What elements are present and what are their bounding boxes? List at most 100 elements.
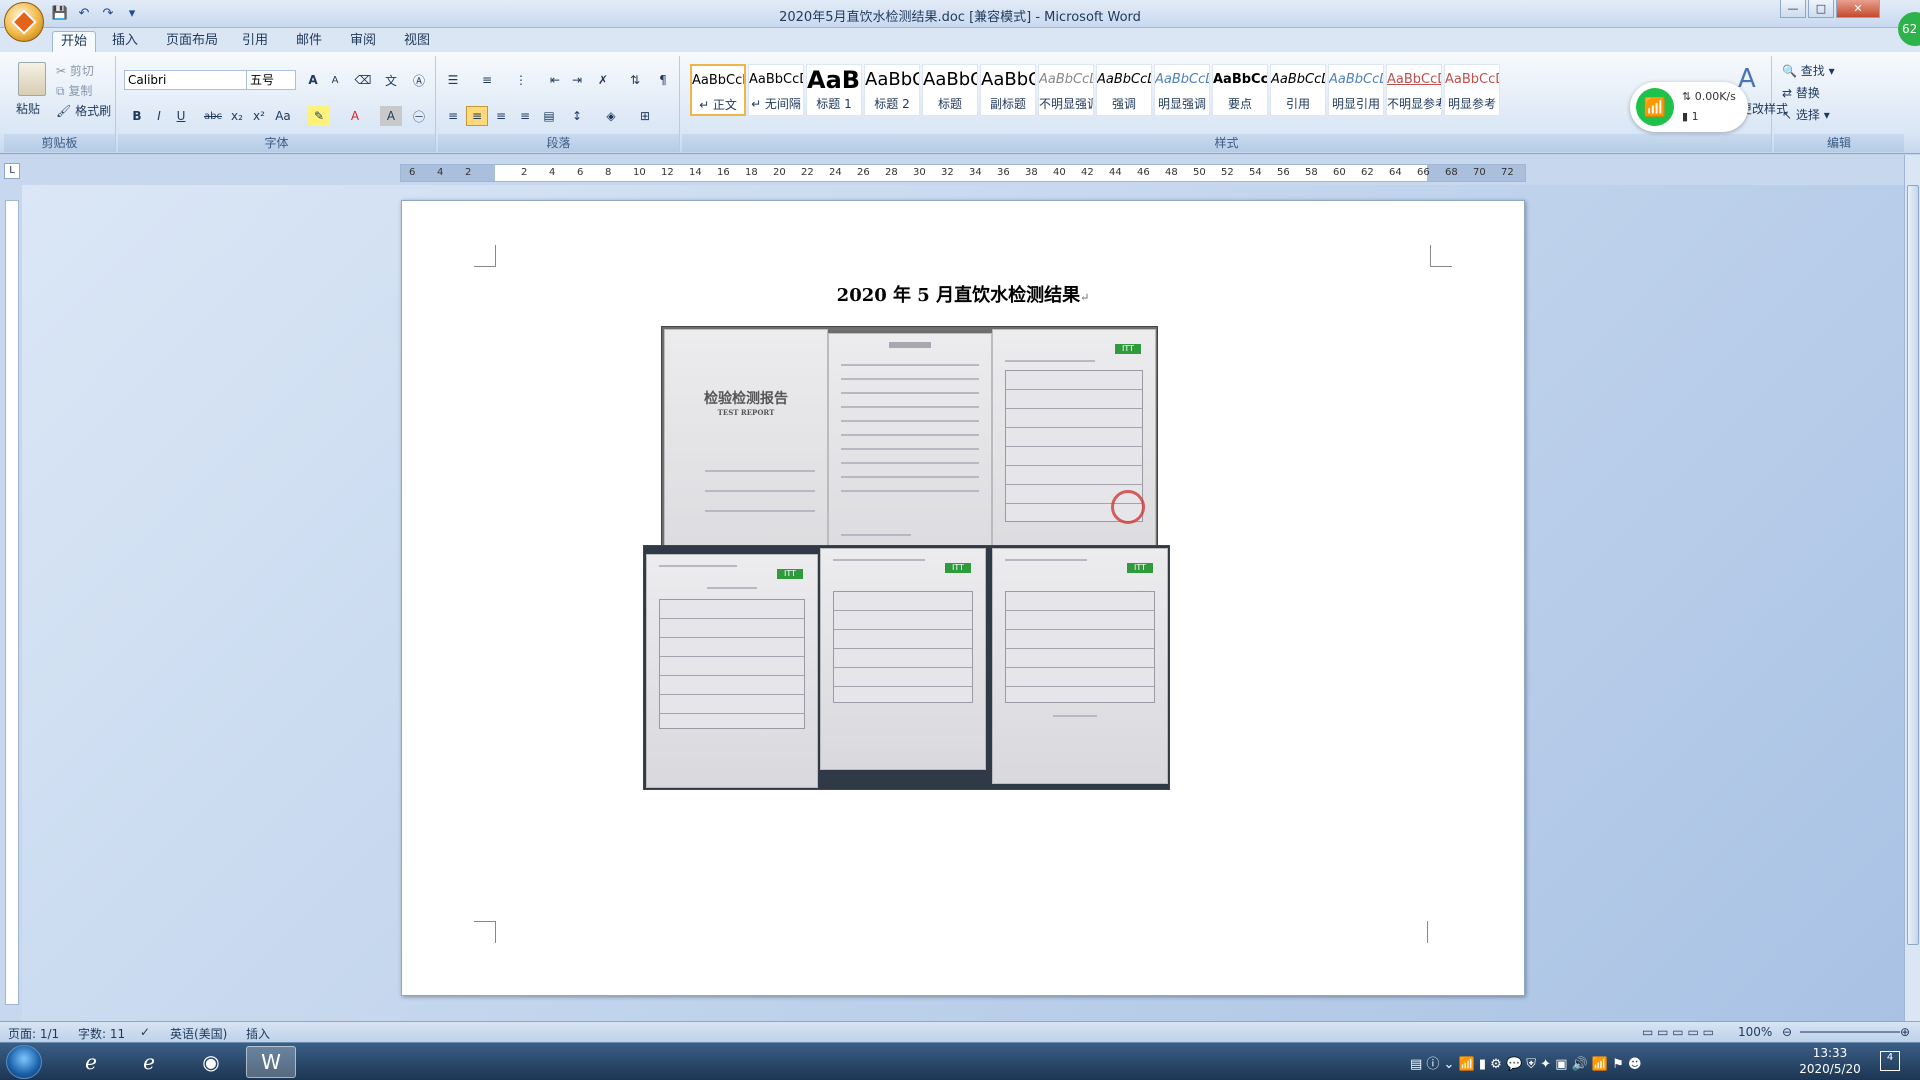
style-no-spacing[interactable]: AaBbCcDd ↵ 无间隔 xyxy=(748,64,804,116)
close-button[interactable]: ✕ xyxy=(1836,0,1880,18)
tab-home[interactable]: 开始 xyxy=(52,31,97,52)
multilevel-list-icon[interactable]: ⋮ xyxy=(510,70,532,90)
show-marks-icon[interactable]: ¶ xyxy=(652,70,674,90)
style-subtitle[interactable]: AaBbC 副标题 xyxy=(980,64,1036,116)
editing-group-label: 编辑 xyxy=(1774,134,1904,152)
style-heading-2[interactable]: AaBbC 标题 2 xyxy=(864,64,920,116)
style-subtle-emphasis[interactable]: AaBbCcDd 不明显强调 xyxy=(1038,64,1094,116)
superscript-button[interactable]: x² xyxy=(248,106,270,126)
align-left-icon[interactable]: ≡ xyxy=(442,106,464,126)
char-border-icon[interactable]: Ⓐ xyxy=(408,70,430,90)
scrollbar-thumb[interactable] xyxy=(1907,185,1919,945)
align-center-icon[interactable]: ≡ xyxy=(466,106,488,126)
maximize-button[interactable]: □ xyxy=(1808,0,1834,18)
change-case-button[interactable]: Aa xyxy=(272,106,294,126)
zoom-level[interactable]: 100% xyxy=(1738,1025,1772,1039)
font-color-icon[interactable]: A xyxy=(344,106,366,126)
word-taskbar-icon[interactable]: W xyxy=(246,1046,296,1078)
page-count[interactable]: 页面: 1/1 xyxy=(8,1025,59,1042)
network-speed-widget[interactable]: 📶 ⇅ 0.00K/s ▮ 1 xyxy=(1630,82,1748,132)
select-button[interactable]: ↖ 选择 ▾ xyxy=(1782,106,1830,123)
zoom-out-icon[interactable]: ⊖ xyxy=(1782,1025,1792,1039)
style-intense-emphasis[interactable]: AaBbCcDd 明显强调 xyxy=(1154,64,1210,116)
decrease-indent-icon[interactable]: ⇤ xyxy=(544,70,566,90)
tab-references[interactable]: 引用 xyxy=(234,31,276,52)
insert-mode-indicator[interactable]: 插入 xyxy=(246,1025,270,1042)
highlight-icon[interactable]: ✎ xyxy=(308,106,330,126)
ruler-number: 38 xyxy=(1025,167,1038,178)
font-size-combo[interactable]: 五号 xyxy=(246,70,296,90)
style-heading-1[interactable]: AaBb 标题 1 xyxy=(806,64,862,116)
document-page[interactable]: 2020 年 5 月直饮水检测结果↵ 检验检测报告 TEST REPORT IT… xyxy=(401,200,1525,996)
report-photo-bottom[interactable]: ITT ITT ITT xyxy=(643,545,1170,790)
copy-button[interactable]: ⧉ 复制 xyxy=(56,82,92,99)
notification-center-icon[interactable]: 4 xyxy=(1880,1051,1900,1071)
zoom-slider[interactable] xyxy=(1800,1031,1900,1033)
style-normal[interactable]: AaBbCcDd ↵ 正文 xyxy=(690,64,746,116)
style-quote[interactable]: AaBbCcDd 引用 xyxy=(1270,64,1326,116)
enclose-char-icon[interactable]: ㊀ xyxy=(408,106,430,126)
ruler-number: 72 xyxy=(1501,167,1514,178)
bullets-icon[interactable]: ☰ xyxy=(442,70,464,90)
shading-icon[interactable]: ◈ xyxy=(600,106,622,126)
ie-browser-icon[interactable]: ℯ xyxy=(124,1046,174,1078)
tab-page-layout[interactable]: 页面布局 xyxy=(158,31,226,52)
style-emphasis[interactable]: AaBbCcDd 强调 xyxy=(1096,64,1152,116)
tab-insert[interactable]: 插入 xyxy=(104,31,146,52)
format-painter-button[interactable]: 🖌 格式刷 xyxy=(56,102,111,119)
tab-selector-icon[interactable]: L xyxy=(4,163,20,179)
style-subtle-reference[interactable]: AaBbCcDd 不明显参考 xyxy=(1386,64,1442,116)
shrink-font-button[interactable]: A xyxy=(324,70,346,90)
style-intense-reference[interactable]: AaBbCcDd 明显参考 xyxy=(1444,64,1500,116)
vertical-ruler[interactable] xyxy=(0,185,22,1020)
style-title[interactable]: AaBbC 标题 xyxy=(922,64,978,116)
tab-view[interactable]: 视图 xyxy=(396,31,438,52)
word-count[interactable]: 字数: 11 xyxy=(78,1025,125,1042)
replace-button[interactable]: ⇄ 替换 xyxy=(1782,84,1820,101)
clock[interactable]: 13:33 2020/5/20 xyxy=(1785,1045,1875,1077)
app-green-icon[interactable]: ◉ xyxy=(186,1046,236,1078)
phonetic-guide-icon[interactable]: 文 xyxy=(380,70,402,90)
tray-icons[interactable]: ▤ ⓘ ⌄ 📶 ▮ ⚙ 💬 ⛨ ✦ ▣ 🔊 📶 ⚑ ☻ xyxy=(1410,1053,1642,1072)
lab-logo-icon: ITT xyxy=(945,563,971,573)
italic-button[interactable]: I xyxy=(148,106,170,126)
view-buttons[interactable]: ▭ ▭ ▭ ▭ ▭ xyxy=(1642,1025,1714,1039)
tab-mailings[interactable]: 邮件 xyxy=(288,31,330,52)
office-button[interactable] xyxy=(4,2,44,42)
language-indicator[interactable]: 英语(美国) xyxy=(170,1025,227,1042)
tab-review[interactable]: 审阅 xyxy=(342,31,384,52)
underline-button[interactable]: U xyxy=(170,106,192,126)
increase-indent-icon[interactable]: ⇥ xyxy=(566,70,588,90)
document-title[interactable]: 2020 年 5 月直饮水检测结果↵ xyxy=(402,281,1524,307)
style-intense-quote[interactable]: AaBbCcDd 明显引用 xyxy=(1328,64,1384,116)
char-shading-icon[interactable]: A xyxy=(380,106,402,126)
start-button[interactable] xyxy=(6,1045,42,1079)
cut-button[interactable]: ✂ 剪切 xyxy=(56,62,94,79)
horizontal-ruler[interactable]: 6 4 2 2 4 6 8 10 12 14 16 18 20 22 24 26 28 30 32 34 36 38 40 4… xyxy=(400,164,1526,182)
grow-font-button[interactable]: A xyxy=(302,70,324,90)
sort-icon[interactable]: ⇅ xyxy=(624,70,646,90)
window-controls: — □ ✕ xyxy=(1780,0,1880,18)
zoom-in-icon[interactable]: ⊕ xyxy=(1900,1025,1910,1039)
subscript-button[interactable]: x₂ xyxy=(226,106,248,126)
style-strong[interactable]: AaBbCcDd 要点 xyxy=(1212,64,1268,116)
minimize-button[interactable]: — xyxy=(1780,0,1806,18)
find-button[interactable]: 🔍 查找 ▾ xyxy=(1782,62,1835,79)
spell-check-icon[interactable]: ✓ xyxy=(140,1025,150,1039)
borders-icon[interactable]: ⊞ xyxy=(634,106,656,126)
bold-button[interactable]: B xyxy=(126,106,148,126)
justify-icon[interactable]: ≡ xyxy=(514,106,536,126)
ie-taskbar-icon[interactable]: ℯ xyxy=(66,1046,116,1078)
line-spacing-icon[interactable]: ↕ xyxy=(566,106,588,126)
clipboard-group-label: 剪贴板 xyxy=(4,134,115,152)
align-right-icon[interactable]: ≡ xyxy=(490,106,512,126)
paste-icon[interactable] xyxy=(18,62,46,96)
clear-format-icon[interactable]: ⌫ xyxy=(352,70,374,90)
vertical-scrollbar[interactable] xyxy=(1904,155,1920,1021)
strikethrough-button[interactable]: abc xyxy=(202,106,224,126)
distributed-icon[interactable]: ▤ xyxy=(538,106,560,126)
font-name-combo[interactable]: Calibri xyxy=(124,70,250,90)
chinese-layout-icon[interactable]: ✗ xyxy=(592,70,614,90)
numbering-icon[interactable]: ≡ xyxy=(476,70,498,90)
paste-button[interactable]: 粘贴 xyxy=(16,100,40,117)
